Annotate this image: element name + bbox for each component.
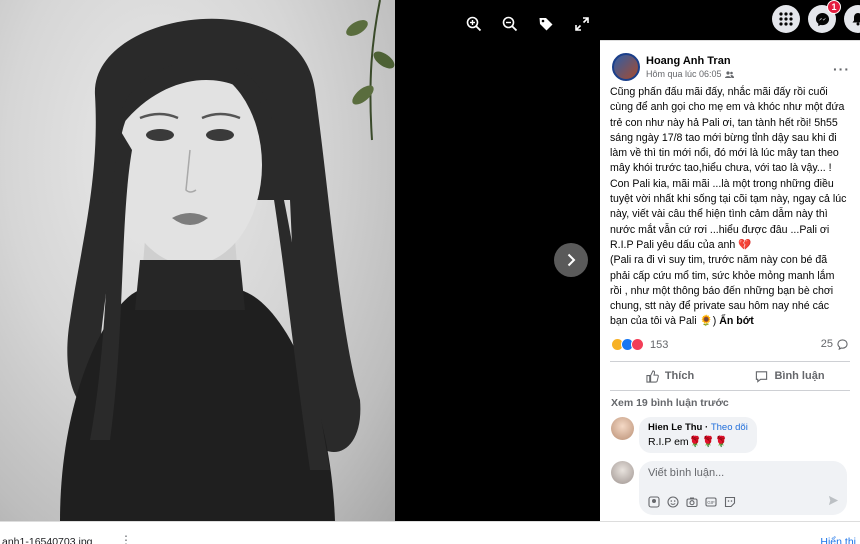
follow-link[interactable]: Theo dõi <box>711 422 748 433</box>
author-name[interactable]: Hoang Anh Tran <box>646 55 734 67</box>
composer-tools: GIF <box>648 496 736 508</box>
post-panel: Hoang Anh Tran Hôm qua lúc 06:05 ··· Cũn… <box>600 40 860 521</box>
friends-audience-icon <box>724 70 734 78</box>
comment-icon <box>756 370 768 383</box>
notifications-icon[interactable] <box>844 5 860 33</box>
like-label: Thích <box>664 370 695 382</box>
comment-count-value: 25 <box>820 338 833 350</box>
zoom-in-icon[interactable] <box>462 12 486 36</box>
comment-input[interactable] <box>648 465 838 481</box>
viewer-toolbar <box>462 12 594 36</box>
menu-grid-icon[interactable] <box>772 5 800 33</box>
chevron-right-icon <box>567 253 576 267</box>
current-user-avatar <box>611 461 634 484</box>
author-avatar[interactable] <box>612 53 640 81</box>
comment-label: Bình luận <box>774 370 825 382</box>
commenter-name[interactable]: Hien Le Thu <box>648 422 702 433</box>
divider <box>610 390 850 391</box>
download-options-icon[interactable]: ⋮ <box>120 533 132 544</box>
sticker-icon[interactable] <box>724 496 736 508</box>
view-previous-comments-link[interactable]: Xem 19 bình luận trước <box>611 397 729 409</box>
post-options-icon[interactable]: ··· <box>833 61 850 77</box>
comment-bubble: Hien Le Thu · Theo dõi R.I.P em🌹🌹🌹 <box>639 417 757 453</box>
reaction-summary[interactable]: 153 <box>611 338 668 351</box>
comment-input-box[interactable]: GIF <box>639 461 847 515</box>
post-photo[interactable] <box>0 0 395 521</box>
emoji-icon[interactable] <box>667 496 679 508</box>
gif-icon[interactable]: GIF <box>705 496 717 508</box>
show-all-downloads-link[interactable]: Hiển thị <box>820 536 856 544</box>
comment-bubble-icon <box>837 338 848 350</box>
like-button[interactable]: Thích <box>610 362 730 390</box>
send-icon[interactable] <box>828 495 839 509</box>
reaction-count: 153 <box>650 338 669 351</box>
commenter-avatar[interactable] <box>611 417 634 440</box>
messenger-badge: 1 <box>827 0 841 14</box>
fullscreen-icon[interactable] <box>570 12 594 36</box>
post-actions: Thích Bình luận <box>610 362 850 390</box>
tag-icon[interactable] <box>534 12 558 36</box>
download-file-name[interactable]: anh1-16540703.jpg <box>2 536 93 544</box>
comment-text: R.I.P em🌹🌹🌹 <box>648 436 728 448</box>
svg-text:GIF: GIF <box>707 500 715 505</box>
messenger-icon[interactable]: 1 <box>808 0 841 33</box>
comment-count[interactable]: 25 <box>821 338 848 350</box>
comment-item: Hien Le Thu · Theo dõi R.I.P em🌹🌹🌹 <box>611 417 757 453</box>
post-time[interactable]: Hôm qua lúc 06:05 <box>646 69 722 79</box>
download-bar: anh1-16540703.jpg ⋮ Hiển thị <box>0 521 860 544</box>
comment-button[interactable]: Bình luận <box>730 362 850 390</box>
portrait-illustration <box>60 0 395 521</box>
header-actions: 1 <box>772 0 860 33</box>
thumbs-up-icon <box>646 369 659 383</box>
commenter-name-row: Hien Le Thu · Theo dõi <box>648 422 748 433</box>
zoom-out-icon[interactable] <box>498 12 522 36</box>
app-root: 1 Hoang Anh Tran Hôm qua lúc 06:05 ··· C… <box>0 0 860 544</box>
photo-viewer <box>0 0 600 521</box>
post-text: Cũng phấn đấu mãi đấy, nhắc mãi đấy rồi … <box>610 86 847 251</box>
see-less-link[interactable]: Ẩn bớt <box>719 315 754 327</box>
next-photo-button[interactable] <box>554 243 588 277</box>
sad-reaction-icon <box>631 338 644 351</box>
avatar-sticker-icon[interactable] <box>648 496 660 508</box>
post-meta: Hôm qua lúc 06:05 <box>646 69 734 79</box>
post-header: Hoang Anh Tran Hôm qua lúc 06:05 <box>612 53 734 81</box>
comment-composer: GIF <box>611 461 847 515</box>
camera-icon[interactable] <box>686 496 698 508</box>
post-body: Cũng phấn đấu mãi đấy, nhắc mãi đấy rồi … <box>610 85 848 330</box>
